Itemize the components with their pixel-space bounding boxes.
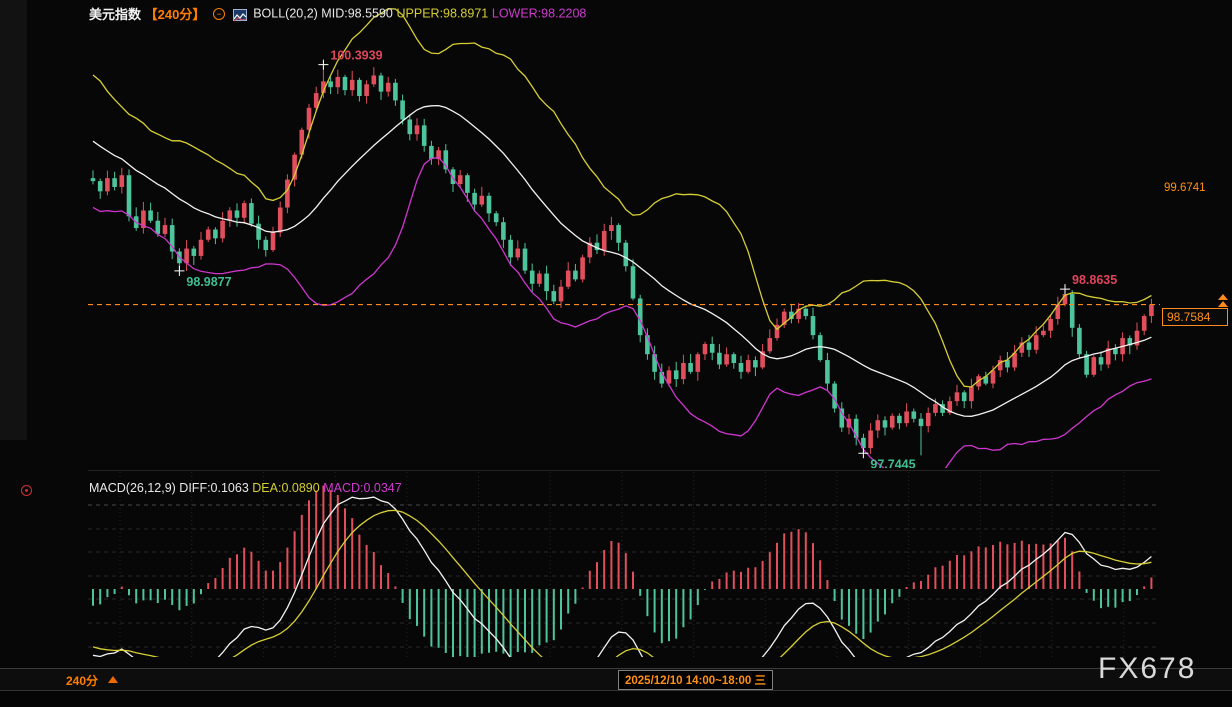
svg-text:98.9877: 98.9877 xyxy=(186,275,231,289)
chart-type-sidebar xyxy=(0,0,27,440)
price-up-arrow-icon xyxy=(1218,294,1228,300)
boll-upper-line xyxy=(93,9,1151,387)
indicator-toolbar xyxy=(0,690,1232,707)
extreme-marker: 100.3939 xyxy=(318,49,382,70)
crosshair-date-tooltip: 2025/12/10 14:00~18:00 三 xyxy=(618,670,773,690)
main-chart-canvas[interactable]: 98.9877 100.3939 97.7445 98.8635 xyxy=(88,0,1160,468)
prev-settle-price-label: 99.6741 xyxy=(1164,181,1230,195)
macd-histogram xyxy=(93,486,1151,657)
extreme-marker: 98.9877 xyxy=(174,266,231,289)
fx678-watermark: FX678 xyxy=(1098,652,1196,686)
extreme-marker: 97.7445 xyxy=(858,448,915,468)
period-label: 【240分】 xyxy=(145,7,206,22)
pane-divider xyxy=(88,470,1160,471)
price-up-arrow-icon xyxy=(1218,301,1228,307)
boll-lower-value: LOWER:98.2208 xyxy=(492,7,587,21)
candles xyxy=(91,65,1154,456)
symbol-name: 美元指数 xyxy=(89,7,141,22)
macd-settings-icon[interactable] xyxy=(21,485,32,496)
chart-header: 美元指数 【240分】 − BOLL(20,2) MID:98.5590 UPP… xyxy=(89,4,586,20)
macd-chart-canvas[interactable] xyxy=(88,472,1160,657)
collapse-circle-icon[interactable]: − xyxy=(213,8,225,20)
boll-mid-value: BOLL(20,2) MID:98.5590 xyxy=(253,7,393,21)
boll-chart-icon[interactable] xyxy=(233,9,247,21)
svg-text:100.3939: 100.3939 xyxy=(330,49,382,63)
timeframe-dropdown-icon[interactable] xyxy=(108,676,118,683)
macd-bar-value: MACD:0.0347 xyxy=(323,481,402,495)
extreme-marker: 98.8635 xyxy=(1060,273,1117,294)
time-axis-row: 240分 2025/12/10 14:00~18:00 三 xyxy=(0,668,1232,690)
macd-diff-value: MACD(26,12,9) DIFF:0.1063 xyxy=(89,481,249,495)
boll-upper-value: UPPER:98.8971 xyxy=(397,7,489,21)
macd-header: MACD(26,12,9) DIFF:0.1063 DEA:0.0890 MAC… xyxy=(89,481,402,495)
last-price-box: 98.7584 xyxy=(1162,308,1228,326)
svg-text:98.8635: 98.8635 xyxy=(1072,273,1117,287)
macd-dea-value: DEA:0.0890 xyxy=(252,481,319,495)
timeframe-label[interactable]: 240分 xyxy=(66,672,98,689)
svg-text:97.7445: 97.7445 xyxy=(870,457,915,468)
